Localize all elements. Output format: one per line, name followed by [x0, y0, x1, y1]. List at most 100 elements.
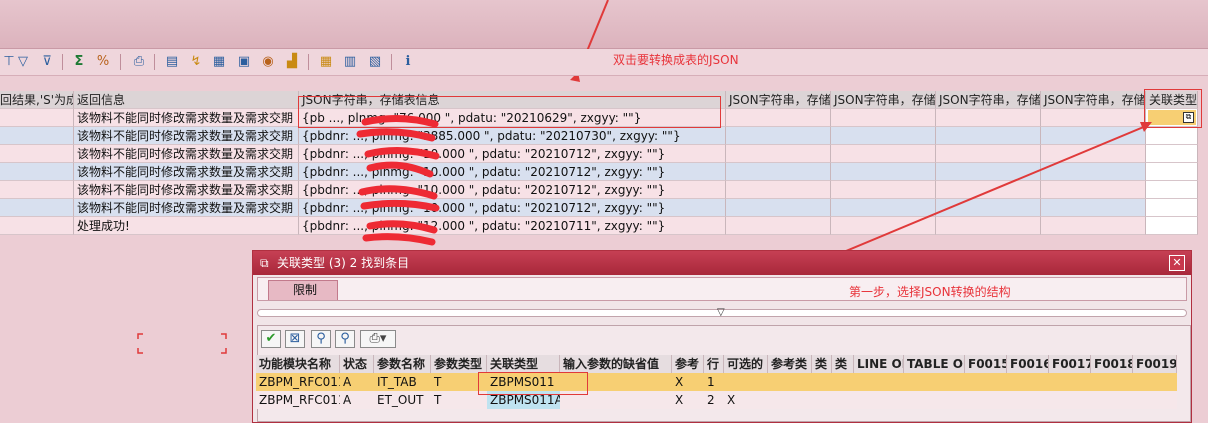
column-header-assoc-type[interactable]: 关联类型 — [1146, 91, 1198, 109]
dialog-icon: ⧉ — [260, 256, 269, 270]
cell-result[interactable] — [0, 181, 74, 199]
cell-status[interactable]: A — [340, 373, 374, 391]
print-icon[interactable]: ⎙▾ — [360, 330, 396, 348]
dialog-col-header[interactable]: LINE OF — [854, 355, 904, 373]
toolbar-separator — [62, 54, 63, 70]
cell-result[interactable] — [0, 127, 74, 145]
find-next-icon[interactable]: ⚲ — [335, 330, 355, 348]
choose-layout-icon[interactable]: ▥ — [341, 53, 359, 71]
alv-toolbar: ⊤ ▽ ⊽ Σ % ⎙ ▤ ↯ ▦ ▣ ◉ ▟ ▦ ▥ ▧ i — [0, 49, 1208, 76]
layout-icon[interactable]: ▦ — [317, 53, 335, 71]
annotation-arrow-top — [570, 0, 609, 82]
toolbar-separator — [308, 54, 309, 70]
cell-message[interactable]: 该物料不能同时修改需求数量及需求交期 — [74, 127, 299, 145]
close-icon[interactable]: ✕ — [1169, 255, 1185, 271]
value-help-icon[interactable]: ⧉ — [1183, 112, 1194, 123]
cell-assoc-type[interactable]: ZBPMS011A — [487, 391, 560, 409]
tab-restrictions[interactable]: 限制 — [268, 280, 338, 300]
abc-analysis-icon[interactable]: ◉ — [259, 53, 277, 71]
dialog-col-header[interactable]: TABLE OF — [904, 355, 965, 373]
dialog-tabstrip: 限制 — [257, 277, 1187, 301]
subtotal-icon[interactable]: % — [94, 53, 112, 71]
grid-header-row: 回结果,'S'为成 返回信息 JSON字符串，存储表信息 JSON字符串，存储 … — [0, 91, 1198, 109]
cell-message[interactable]: 该物料不能同时修改需求数量及需求交期 — [74, 199, 299, 217]
dialog-col-header[interactable]: 参数类型 — [431, 355, 487, 373]
cell-default[interactable] — [560, 373, 672, 391]
cell-result[interactable] — [0, 145, 74, 163]
binoculars-icon[interactable]: ⚲ — [311, 330, 331, 348]
cell-row[interactable]: 1 — [704, 373, 724, 391]
dialog-col-header[interactable]: 关联类型 — [487, 355, 560, 373]
column-header-json-3[interactable]: JSON字符串，存储 — [831, 91, 936, 109]
sum-icon[interactable]: Σ — [70, 53, 88, 71]
dialog-col-header[interactable]: F0015 — [965, 355, 1007, 373]
cancel-icon[interactable]: ⊠ — [285, 330, 305, 348]
dialog-title-bar[interactable]: ⧉ 关联类型 (3) 2 找到条目 ✕ — [253, 251, 1191, 275]
cell-ptype[interactable]: T — [431, 391, 487, 409]
word-processing-icon[interactable]: ▦ — [210, 53, 228, 71]
cell-ptype[interactable]: T — [431, 373, 487, 391]
column-header-json-4[interactable]: JSON字符串，存储 — [936, 91, 1041, 109]
toolbar-separator — [154, 54, 155, 70]
cell-row[interactable]: 2 — [704, 391, 724, 409]
dialog-col-header[interactable]: F0019 — [1133, 355, 1177, 373]
cell-optional[interactable] — [724, 373, 1177, 391]
dialog-col-header[interactable]: 功能模块名称 — [256, 355, 340, 373]
dialog-col-header[interactable]: 状态 — [340, 355, 374, 373]
dialog-col-header[interactable]: 类 — [832, 355, 854, 373]
dialog-row-selected[interactable]: ZBPM_RFC011 A IT_TAB T ZBPMS011 X 1 — [253, 373, 1177, 391]
print-preview-icon[interactable]: ⎙ — [130, 53, 148, 71]
cell-module[interactable]: ZBPM_RFC011 — [256, 373, 340, 391]
dialog-col-header[interactable]: 输入参数的缺省值 — [560, 355, 672, 373]
annotation-step-one: 第一步，选择JSON转换的结构 — [849, 285, 1011, 299]
dialog-col-header[interactable]: 参数名称 — [374, 355, 431, 373]
dialog-col-header[interactable]: 可选的 — [724, 355, 768, 373]
toolbar-separator — [120, 54, 121, 70]
export-spreadsheet-icon[interactable]: ↯ — [187, 53, 205, 71]
dialog-col-header[interactable]: 行 — [704, 355, 724, 373]
bracket-marks — [137, 333, 227, 354]
cell-message[interactable]: 该物料不能同时修改需求数量及需求交期 — [74, 109, 299, 127]
cell-param[interactable]: IT_TAB — [374, 373, 431, 391]
cell-status[interactable]: A — [340, 391, 374, 409]
export-icon[interactable]: ▤ — [163, 53, 181, 71]
save-layout-icon[interactable]: ▧ — [366, 53, 384, 71]
cell-param[interactable]: ET_OUT — [374, 391, 431, 409]
dialog-col-header[interactable]: F0017 — [1049, 355, 1091, 373]
cell-ref[interactable]: X — [672, 391, 704, 409]
cell-result[interactable] — [0, 217, 74, 235]
dialog-col-header[interactable]: F0018 — [1091, 355, 1133, 373]
cell-message[interactable]: 处理成功! — [74, 217, 299, 235]
dialog-col-header[interactable]: 参考 — [672, 355, 704, 373]
filter-icon[interactable]: ▽ — [14, 53, 32, 71]
title-band — [0, 0, 1208, 82]
column-header-message[interactable]: 返回信息 — [74, 91, 299, 109]
info-icon[interactable]: i — [399, 53, 417, 71]
cell-result[interactable] — [0, 199, 74, 217]
dialog-col-header[interactable]: F0016 — [1007, 355, 1049, 373]
cell-message[interactable]: 该物料不能同时修改需求数量及需求交期 — [74, 145, 299, 163]
cell-optional[interactable]: X — [724, 391, 1177, 409]
graphic-icon[interactable]: ▟ — [283, 53, 301, 71]
cell-assoc-type[interactable]: ZBPMS011 — [487, 373, 560, 391]
cell-module[interactable]: ZBPM_RFC011 — [256, 391, 340, 409]
column-header-result[interactable]: 回结果,'S'为成 — [0, 91, 74, 109]
cell-ref[interactable]: X — [672, 373, 704, 391]
collapse-icon[interactable]: ▽ — [717, 307, 725, 318]
dialog-col-header[interactable]: 参考类 — [768, 355, 812, 373]
column-header-json-2[interactable]: JSON字符串，存储 — [726, 91, 831, 109]
annotation-double-click: 双击要转换成表的JSON — [613, 53, 739, 67]
delete-filter-icon[interactable]: ⊽ — [38, 53, 56, 71]
cell-result[interactable] — [0, 163, 74, 181]
dialog-row[interactable]: ZBPM_RFC011 A ET_OUT T ZBPMS011A X 2 X — [253, 391, 1177, 409]
cell-message[interactable]: 该物料不能同时修改需求数量及需求交期 — [74, 181, 299, 199]
cell-default[interactable] — [560, 391, 672, 409]
dialog-grid-header-row: 功能模块名称 状态 参数名称 参数类型 关联类型 输入参数的缺省值 参考 行 可… — [253, 355, 1177, 373]
cell-result[interactable] — [0, 109, 74, 127]
local-file-icon[interactable]: ▣ — [235, 53, 253, 71]
cell-message[interactable]: 该物料不能同时修改需求数量及需求交期 — [74, 163, 299, 181]
column-header-json-5[interactable]: JSON字符串，存储 — [1041, 91, 1146, 109]
check-icon[interactable]: ✔ — [261, 330, 281, 348]
dialog-col-header[interactable]: 类 — [812, 355, 832, 373]
column-header-json-1[interactable]: JSON字符串，存储表信息 — [299, 91, 726, 109]
